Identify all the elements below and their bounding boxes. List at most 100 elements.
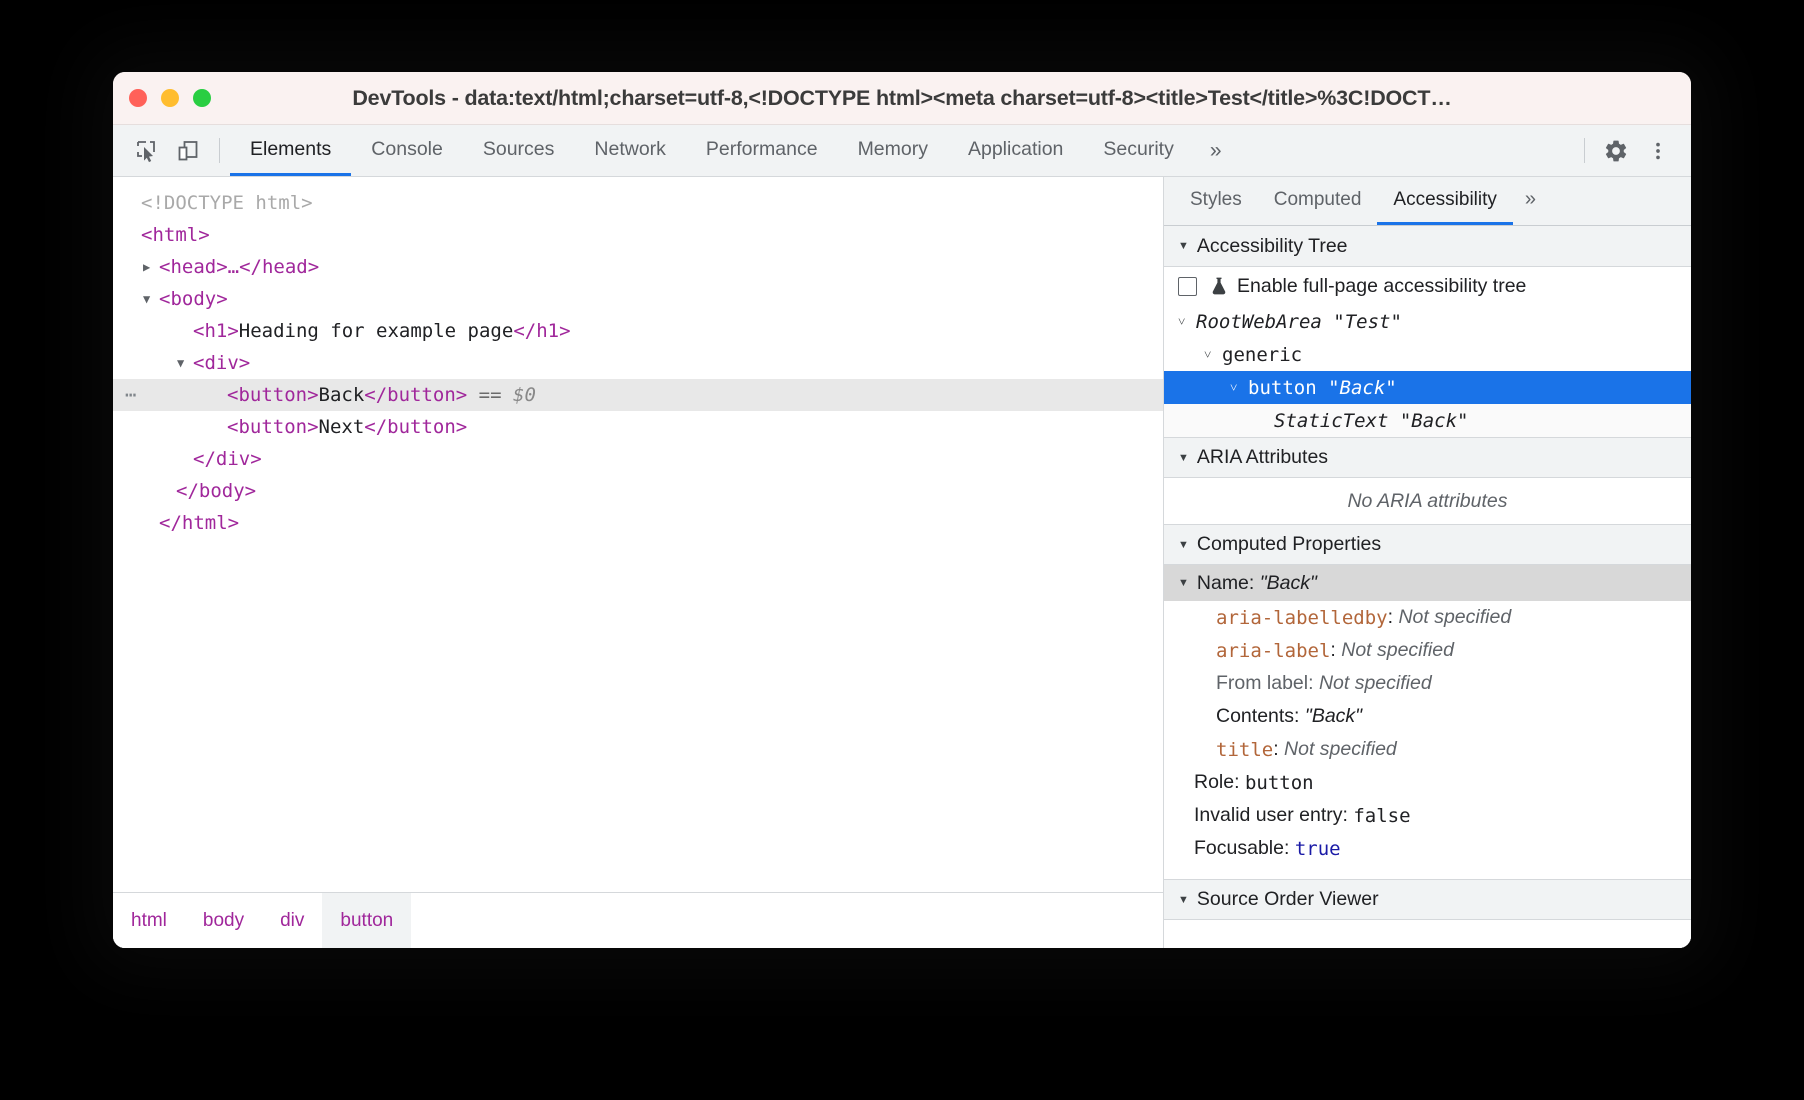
tab-network[interactable]: Network: [574, 125, 686, 176]
name-source-from-label: From label: Not specified: [1164, 667, 1691, 700]
section-title: Source Order Viewer: [1197, 888, 1379, 911]
device-toolbar-icon[interactable]: [167, 125, 209, 176]
spacer: [1164, 865, 1691, 879]
tab-elements[interactable]: Elements: [230, 125, 351, 176]
toolbar-divider-right: [1584, 138, 1585, 163]
ax-node-role: RootWebArea: [1196, 311, 1322, 333]
checkbox[interactable]: [1178, 277, 1197, 296]
tab-computed[interactable]: Computed: [1258, 177, 1378, 225]
property-value: false: [1353, 805, 1410, 827]
tab-styles[interactable]: Styles: [1174, 177, 1258, 225]
dom-line-h1[interactable]: <h1>Heading for example page</h1>: [113, 315, 1163, 347]
ax-node-name: "Back": [1400, 410, 1469, 432]
tag-body-close: </body>: [176, 475, 256, 507]
chevron-down-icon[interactable]: ˅: [1204, 347, 1222, 363]
chevron-down-icon[interactable]: ▼: [1178, 577, 1189, 589]
selected-node-ref: $0: [513, 379, 536, 411]
name-source-aria-labelledby: aria-labelledby: Not specified: [1164, 601, 1691, 634]
breadcrumb-item-body[interactable]: body: [185, 893, 262, 948]
section-aria-attributes[interactable]: ▼ ARIA Attributes: [1164, 437, 1691, 478]
section-computed-properties[interactable]: ▼ Computed Properties: [1164, 524, 1691, 565]
tab-memory[interactable]: Memory: [838, 125, 948, 176]
twisty-expanded-icon[interactable]: ▼: [177, 347, 193, 379]
dom-line-doctype[interactable]: <!DOCTYPE html>: [113, 187, 1163, 219]
sidebar-body: ▼ Accessibility Tree Enable full-page ac…: [1164, 226, 1691, 948]
minimize-button[interactable]: [161, 89, 179, 107]
tag-body-open: <body>: [159, 283, 228, 315]
twisty-expanded-icon[interactable]: ▼: [143, 283, 159, 315]
twisty-collapsed-icon[interactable]: ▶: [143, 251, 159, 283]
tab-sources[interactable]: Sources: [463, 125, 575, 176]
chevron-down-icon[interactable]: ˅: [1230, 380, 1248, 396]
sidebar-tabs-overflow-icon[interactable]: »: [1513, 177, 1548, 225]
tab-security[interactable]: Security: [1083, 125, 1193, 176]
dom-line-div-close[interactable]: </div>: [113, 443, 1163, 475]
toolbar-right-actions: [1574, 125, 1691, 176]
tabs-overflow-icon[interactable]: »: [1194, 125, 1238, 176]
dom-tree[interactable]: <!DOCTYPE html> <html> ▶ <head>…</head> …: [113, 177, 1163, 892]
dom-line-body-close[interactable]: </body>: [113, 475, 1163, 507]
devtools-main-toolbar: Elements Console Sources Network Perform…: [113, 125, 1691, 177]
dom-line-button-back[interactable]: ⋯ <button>Back</button> == $0: [113, 379, 1163, 411]
tag-html-open: <html>: [141, 219, 210, 251]
ax-node-rootwebarea[interactable]: ˅RootWebArea "Test": [1164, 305, 1691, 338]
computed-property-invalid-user-entry: Invalid user entry: false: [1164, 799, 1691, 832]
breadcrumb-item-button[interactable]: button: [322, 893, 411, 948]
computed-property-role: Role: button: [1164, 766, 1691, 799]
dom-line-div-open[interactable]: ▼ <div>: [113, 347, 1163, 379]
dom-line-body-open[interactable]: ▼ <body>: [113, 283, 1163, 315]
computed-name-value: "Back": [1260, 572, 1317, 595]
sidebar-tabs: Styles Computed Accessibility »: [1164, 177, 1691, 226]
ax-node-role: generic: [1222, 344, 1302, 366]
ax-node-button-back[interactable]: ˅button "Back": [1164, 371, 1691, 404]
tab-accessibility[interactable]: Accessibility: [1377, 177, 1512, 225]
enable-full-page-a11y-tree-checkbox-row[interactable]: Enable full-page accessibility tree: [1164, 267, 1691, 305]
ax-node-role: StaticText: [1274, 410, 1388, 432]
devtools-body: <!DOCTYPE html> <html> ▶ <head>…</head> …: [113, 177, 1691, 948]
property-key: title: [1216, 739, 1273, 761]
section-source-order-viewer[interactable]: ▼ Source Order Viewer: [1164, 879, 1691, 920]
close-button[interactable]: [129, 89, 147, 107]
node-context-menu-icon[interactable]: ⋯: [125, 379, 137, 411]
elements-sidebar: Styles Computed Accessibility » ▼ Access…: [1164, 177, 1691, 948]
dom-line-html-close[interactable]: </html>: [113, 507, 1163, 539]
tab-application[interactable]: Application: [948, 125, 1083, 176]
ax-node-name: "Back": [1328, 377, 1397, 399]
computed-name-label: Name:: [1197, 572, 1254, 595]
ax-node-statictext-back[interactable]: StaticText "Back": [1164, 404, 1691, 437]
property-value: true: [1295, 838, 1341, 860]
property-key: Contents:: [1216, 705, 1299, 728]
property-key: Invalid user entry:: [1194, 804, 1348, 827]
property-key: aria-labelledby: [1216, 607, 1388, 629]
section-title: Computed Properties: [1197, 533, 1381, 556]
traffic-light-buttons: [129, 89, 211, 107]
section-title: Accessibility Tree: [1197, 235, 1348, 258]
experiment-flask-icon: [1209, 275, 1229, 297]
breadcrumb-item-html[interactable]: html: [113, 893, 185, 948]
gear-icon[interactable]: [1595, 125, 1637, 176]
elements-dom-pane: <!DOCTYPE html> <html> ▶ <head>…</head> …: [113, 177, 1164, 948]
kebab-menu-icon[interactable]: [1637, 125, 1679, 176]
tag-button-open: <button>: [227, 411, 319, 443]
tab-console[interactable]: Console: [351, 125, 463, 176]
inspect-element-icon[interactable]: [125, 125, 167, 176]
dom-line-html-open[interactable]: <html>: [113, 219, 1163, 251]
zoom-button[interactable]: [193, 89, 211, 107]
section-title: ARIA Attributes: [1197, 446, 1328, 469]
property-value: "Back": [1305, 705, 1362, 728]
section-accessibility-tree[interactable]: ▼ Accessibility Tree: [1164, 226, 1691, 267]
property-value: Not specified: [1398, 606, 1511, 629]
tab-performance[interactable]: Performance: [686, 125, 838, 176]
dom-line-button-next[interactable]: <button>Next</button>: [113, 411, 1163, 443]
dom-line-head[interactable]: ▶ <head>…</head>: [113, 251, 1163, 283]
breadcrumb: html body div button: [113, 892, 1163, 948]
breadcrumb-item-div[interactable]: div: [262, 893, 322, 948]
name-source-title: title: Not specified: [1164, 733, 1691, 766]
property-value: Not specified: [1341, 639, 1454, 662]
screenshot-root: DevTools - data:text/html;charset=utf-8,…: [0, 0, 1804, 1100]
ax-node-generic[interactable]: ˅generic: [1164, 338, 1691, 371]
chevron-down-icon[interactable]: ˅: [1178, 314, 1196, 330]
toolbar-divider: [219, 138, 220, 163]
computed-name-row[interactable]: ▼ Name: "Back": [1164, 565, 1691, 601]
property-key: From label:: [1216, 672, 1314, 695]
